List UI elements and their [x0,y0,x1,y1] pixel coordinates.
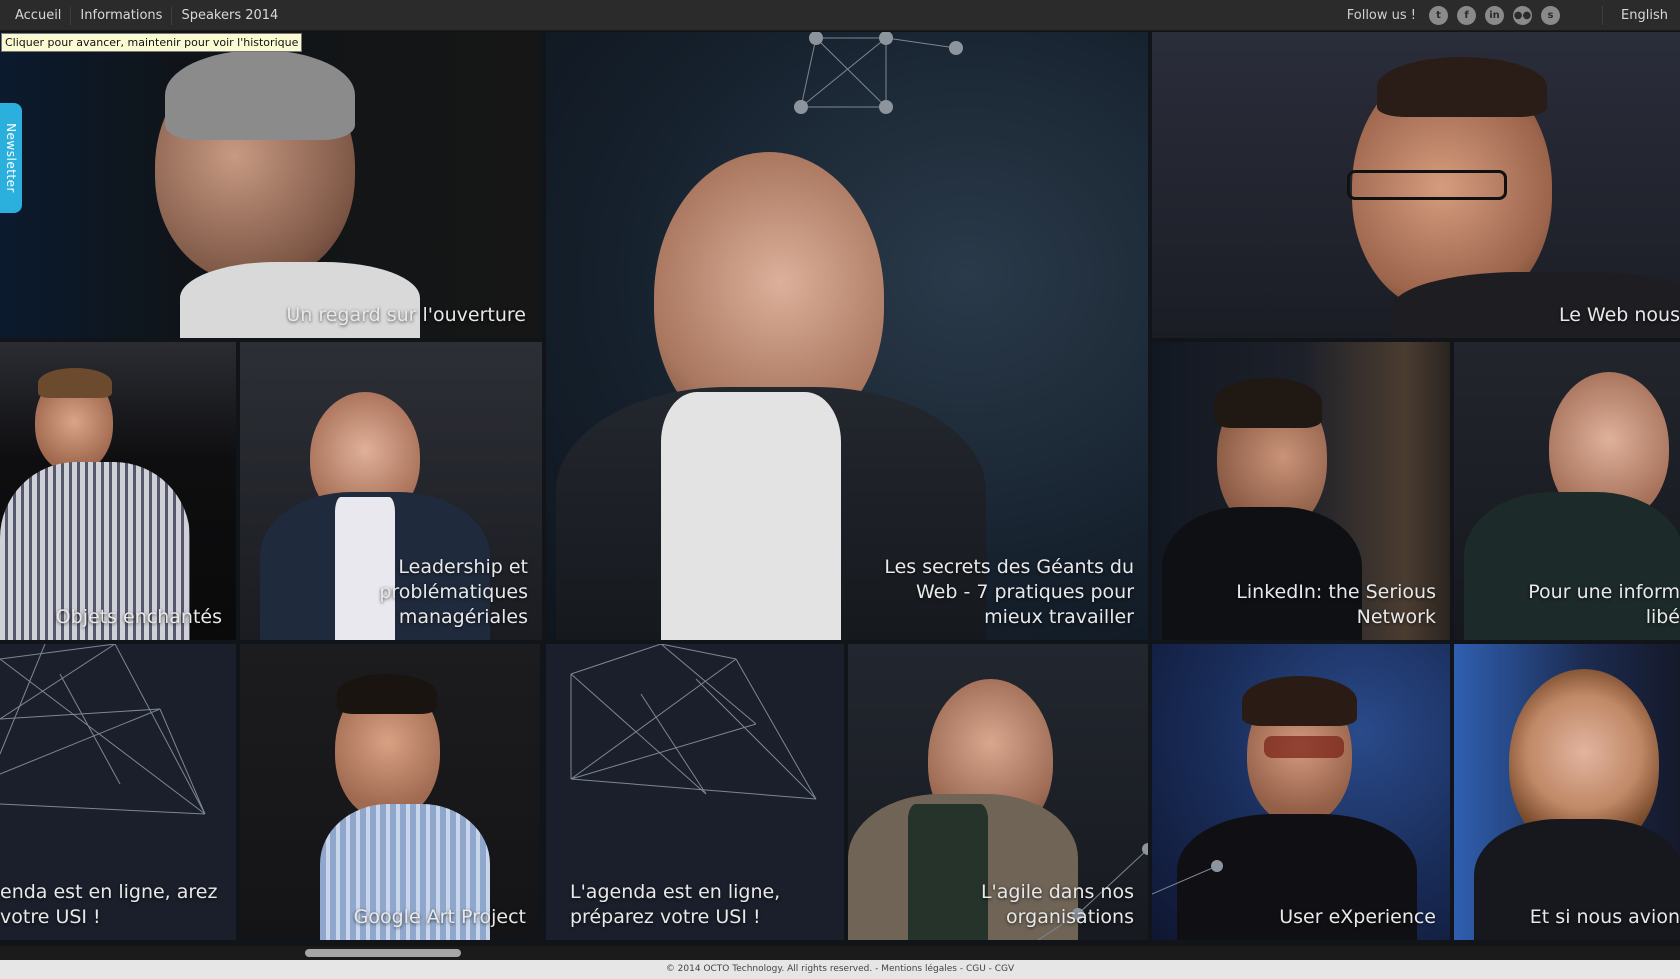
speaker-photo [0,342,236,640]
footer: © 2014 OCTO Technology. All rights reser… [0,960,1680,979]
talk-title: Objets enchantés [55,606,222,628]
speakers-grid: Un regard sur l'ouverture Les secrets de… [0,32,1680,945]
speaker-photo [0,32,540,338]
agenda-text: L'agenda est en ligne, préparez votre US… [570,881,781,928]
talk-title: Le Web nous [1558,304,1680,326]
speaker-photo [1152,32,1680,338]
talk-title: Pour une inform libé [1528,581,1680,628]
scrollbar-thumb[interactable] [305,949,461,957]
twitter-icon[interactable]: t [1429,6,1448,25]
talk-title: LinkedIn: the Serious Network [1236,581,1436,628]
speaker-photo [1454,644,1680,940]
agenda-text: enda est en ligne, arez votre USI ! [0,881,218,928]
speaker-tile[interactable]: L'agile dans nos organisations [848,644,1148,940]
agenda-tile[interactable]: enda est en ligne, arez votre USI ! [0,644,236,940]
speaker-tile[interactable]: Le Web nous [1152,32,1680,338]
follow-us-label: Follow us ! [1346,8,1416,23]
nav-speakers-2014[interactable]: Speakers 2014 [172,7,287,25]
speaker-tile[interactable]: Et si nous avion [1454,644,1680,940]
speaker-tile[interactable]: Leadership et problématiques managériale… [240,342,542,640]
newsletter-tab[interactable]: Newsletter [0,103,22,213]
follow-us: Follow us ! t f in ●● s [1347,0,1560,31]
flickr-icon[interactable]: ●● [1513,6,1532,25]
network-graphic [570,644,817,800]
back-button-tooltip: Cliquer pour avancer, maintenir pour voi… [1,33,303,52]
language-switch[interactable]: English [1602,6,1668,25]
talk-title: Leadership et problématiques managériale… [379,556,528,628]
facebook-icon[interactable]: f [1457,6,1476,25]
nav-accueil[interactable]: Accueil [6,6,72,25]
glasses [1347,170,1507,200]
talk-title: L'agile dans nos organisations [980,881,1134,928]
agenda-tile[interactable]: L'agenda est en ligne, préparez votre US… [546,644,844,940]
talk-title: Les secrets des Géants du Web - 7 pratiq… [884,556,1134,628]
linkedin-icon[interactable]: in [1485,6,1504,25]
speaker-photo [546,32,1148,640]
speaker-tile[interactable]: User eXperience [1152,644,1450,940]
speaker-photo [240,644,540,940]
talk-title: Et si nous avion [1529,906,1680,928]
speaker-tile[interactable]: Google Art Project [240,644,540,940]
network-graphic [1152,860,1223,895]
newsletter-label: Newsletter [4,123,18,193]
talk-title: Un regard sur l'ouverture [286,304,526,326]
talk-title: Google Art Project [353,906,526,928]
top-navigation-bar: Accueil Informations Speakers 2014 Follo… [0,0,1680,31]
nav-informations[interactable]: Informations [71,6,173,25]
main-nav: Accueil Informations Speakers 2014 [6,0,287,31]
network-graphic [0,644,206,815]
horizontal-scrollbar[interactable] [0,946,1680,960]
talk-title: User eXperience [1279,906,1436,928]
slideshare-icon[interactable]: s [1541,6,1560,25]
speaker-tile[interactable]: LinkedIn: the Serious Network [1152,342,1450,640]
speaker-tile[interactable]: Un regard sur l'ouverture [0,32,540,338]
speaker-tile[interactable]: Objets enchantés [0,342,236,640]
speaker-tile[interactable]: Pour une inform libé [1454,342,1680,640]
speaker-tile[interactable]: Les secrets des Géants du Web - 7 pratiq… [546,32,1148,640]
